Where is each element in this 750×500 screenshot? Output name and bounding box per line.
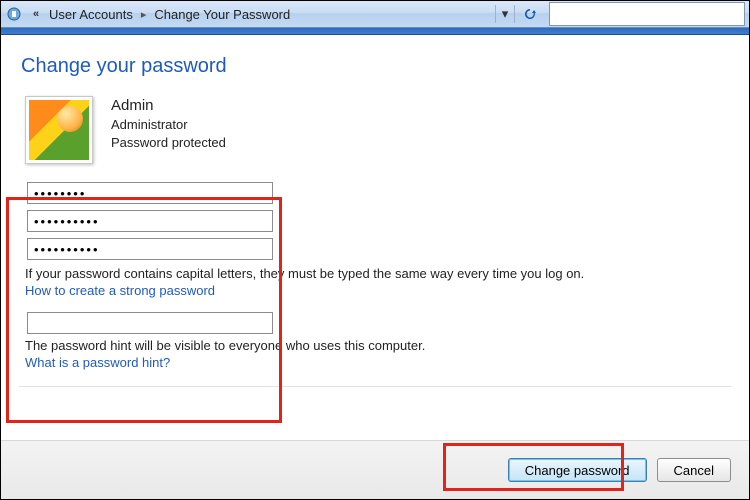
footer: Change password Cancel [1, 440, 749, 499]
password-hint-input[interactable] [27, 312, 273, 334]
refresh-icon[interactable] [519, 5, 541, 23]
avatar-image [29, 100, 89, 160]
current-password-input[interactable] [27, 182, 273, 204]
strong-password-link[interactable]: How to create a strong password [25, 283, 215, 298]
password-fields: If your password contains capital letter… [19, 182, 731, 370]
user-summary: Admin Administrator Password protected [25, 96, 731, 164]
confirm-password-input[interactable] [27, 238, 273, 260]
back-chevrons-icon[interactable]: « [27, 5, 45, 23]
breadcrumb-separator-icon: ▸ [141, 8, 147, 21]
change-password-button[interactable]: Change password [508, 458, 647, 482]
toolbar-accent [1, 28, 749, 35]
address-bar: « User Accounts ▸ Change Your Password ▾ [1, 1, 749, 28]
user-info: Admin Administrator Password protected [111, 96, 226, 151]
window-frame: « User Accounts ▸ Change Your Password ▾… [0, 0, 750, 500]
content-area: Change your password Admin Administrator… [1, 35, 749, 387]
avatar [25, 96, 93, 164]
hint-note: The password hint will be visible to eve… [25, 338, 731, 353]
user-role: Administrator [111, 116, 226, 134]
page-title: Change your password [21, 55, 731, 78]
breadcrumb-change-password[interactable]: Change Your Password [154, 7, 290, 22]
control-panel-icon [5, 5, 23, 23]
caps-note: If your password contains capital letter… [25, 266, 731, 281]
password-hint-link[interactable]: What is a password hint? [25, 355, 170, 370]
cancel-button[interactable]: Cancel [657, 458, 731, 482]
breadcrumb-user-accounts[interactable]: User Accounts [49, 7, 133, 22]
search-input[interactable] [549, 2, 745, 26]
address-dropdown-icon[interactable]: ▾ [495, 5, 515, 23]
user-status: Password protected [111, 134, 226, 152]
divider [19, 386, 731, 387]
new-password-input[interactable] [27, 210, 273, 232]
user-name: Admin [111, 96, 226, 116]
